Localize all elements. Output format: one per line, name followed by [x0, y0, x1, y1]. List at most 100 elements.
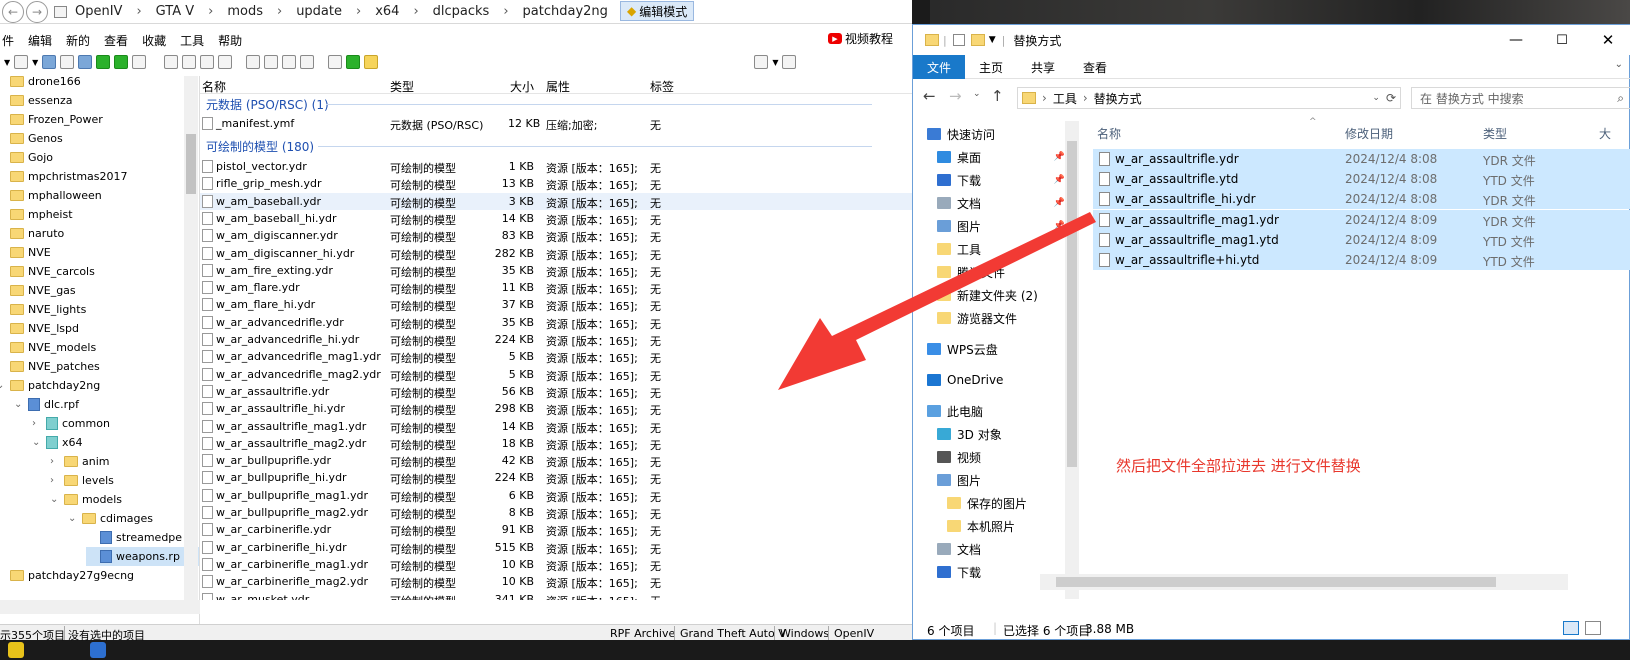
tree-item[interactable]: NVE_gas [0, 281, 199, 300]
tree-item[interactable]: › anim [50, 452, 199, 471]
edit-mode-button[interactable]: ◆ 编辑模式 [620, 1, 695, 21]
menu-item[interactable]: 查看 [102, 32, 130, 50]
table-row[interactable]: w_ar_carbinerifle.ydr 可绘制的模型 91 KB 资源 [版本：1… [200, 521, 912, 538]
video-tutorial-link[interactable]: ▶ 视频教程 [828, 30, 893, 47]
tree-item[interactable]: NVE [0, 243, 199, 262]
group-header-drawable[interactable]: 可绘制的模型 (180) [206, 138, 314, 155]
menu-item[interactable]: 件 [0, 32, 16, 50]
zoom-icon[interactable] [182, 55, 197, 69]
chevron-right-icon[interactable]: › [50, 475, 60, 486]
play-icon[interactable] [114, 55, 129, 69]
tree-item[interactable]: › common [32, 414, 199, 433]
recent-dropdown-icon[interactable]: ⌄ [973, 89, 981, 99]
file-row[interactable]: w_ar_assaultrifle.ytd 2024/12/4 8:08 YTD 文… [1093, 169, 1630, 190]
view-mode-icon[interactable] [754, 55, 769, 69]
chevron-down-icon[interactable]: ⌄ [32, 437, 42, 448]
refresh-icon[interactable] [300, 55, 315, 69]
nav-item[interactable]: 保存的图片 [913, 492, 1079, 514]
group-header-meta[interactable]: 元数据 (PSO/RSC) (1) [206, 96, 329, 113]
back-button[interactable]: ← [2, 0, 24, 23]
breadcrumb-segment[interactable]: patchday2ng [523, 4, 608, 19]
table-row[interactable]: w_ar_bullpuprifle_hi.ydr 可绘制的模型 224 KB 资源 [… [200, 469, 912, 486]
text-box-icon[interactable] [218, 55, 233, 69]
menu-item[interactable]: 收藏 [140, 32, 168, 50]
replace-icon[interactable] [282, 55, 297, 69]
menu-item[interactable]: 编辑 [26, 32, 54, 50]
tree-item[interactable]: NVE_lspd [0, 319, 199, 338]
file-row[interactable]: w_ar_assaultrifle_mag1.ydr 2024/12/4 8:09… [1093, 209, 1630, 230]
forward-arrow-icon[interactable]: → [949, 87, 962, 105]
tree-item[interactable]: mpchristmas2017 [0, 167, 199, 186]
tree-icon[interactable] [96, 55, 111, 69]
menu-item[interactable]: 帮助 [216, 32, 244, 50]
settings-icon[interactable] [328, 55, 343, 69]
dropdown-arrow-icon[interactable]: ▼ [32, 58, 38, 67]
ribbon-tab[interactable]: 查看 [1069, 55, 1121, 79]
chevron-down-icon[interactable]: ⌄ [0, 380, 6, 391]
tree-item[interactable]: NVE_lights [0, 300, 199, 319]
up-arrow-icon[interactable]: ↑ [991, 87, 1004, 105]
tree-item[interactable]: ⌄ patchday2ng [0, 376, 199, 395]
new-file-icon[interactable] [14, 55, 29, 69]
tree-item[interactable]: mpheist [0, 205, 199, 224]
table-row[interactable]: w_ar_carbinerifle_mag1.ydr 可绘制的模型 10 KB 资源 … [200, 556, 912, 573]
tree-item[interactable]: ⌄ x64 [32, 433, 199, 452]
file-row[interactable]: w_ar_assaultrifle.ydr 2024/12/4 8:08 YDR 文… [1093, 149, 1630, 169]
taskbar-app-icon[interactable] [90, 642, 106, 658]
table-row[interactable]: w_ar_bullpuprifle.ydr 可绘制的模型 42 KB 资源 [版本：1… [200, 452, 912, 469]
file-row[interactable]: w_ar_assaultrifle_mag1.ytd 2024/12/4 8:09… [1093, 229, 1630, 250]
edit-icon[interactable] [42, 55, 57, 69]
breadcrumb-segment[interactable]: OpenIV [75, 4, 122, 19]
nav-item[interactable]: 视频 [913, 446, 1079, 468]
file-row[interactable]: w_ar_assaultrifle+hi.ytd 2024/12/4 8:09 YT… [1093, 250, 1630, 270]
nav-item[interactable]: 桌面 📌 [913, 146, 1079, 168]
column-type[interactable]: 类型 [1483, 125, 1507, 142]
tree-item[interactable]: streamedpe [86, 528, 199, 547]
details-view-icon[interactable] [1563, 621, 1579, 635]
chevron-down-icon[interactable]: ⌄ [50, 494, 60, 505]
new-folder-icon[interactable] [970, 34, 985, 46]
column-size[interactable]: 大小 [510, 78, 534, 95]
save-icon[interactable] [132, 55, 147, 69]
tree-item[interactable]: › levels [50, 471, 199, 490]
dropdown-arrow-icon[interactable]: ▼ [4, 58, 10, 67]
export-icon[interactable] [264, 55, 279, 69]
nav-item[interactable]: 下载 📌 [913, 169, 1079, 191]
tree-item[interactable]: mphalloween [0, 186, 199, 205]
breadcrumb-segment[interactable]: x64 [375, 4, 399, 19]
maximize-button[interactable]: ☐ [1539, 33, 1585, 48]
tree-item[interactable]: Frozen_Power [0, 110, 199, 129]
chevron-down-icon[interactable]: ⌄ [1372, 93, 1380, 103]
tree-item[interactable]: Genos [0, 129, 199, 148]
column-tag[interactable]: 标签 [650, 78, 674, 95]
nav-item[interactable]: 图片 [913, 469, 1079, 491]
search-input[interactable]: 在 替换方式 中搜索 ⌕ [1411, 87, 1630, 109]
page-icon[interactable] [164, 55, 179, 69]
taskbar-app-icon[interactable] [8, 642, 24, 658]
breadcrumb-segment[interactable]: dlcpacks [433, 4, 490, 19]
text-icon[interactable] [200, 55, 215, 69]
tree-item[interactable]: NVE_patches [0, 357, 199, 376]
table-row[interactable]: _manifest.ymf 元数据 (PSO/RSC) 12 KB 压缩;加密;… [200, 115, 912, 132]
breadcrumb-segment[interactable]: update [296, 4, 342, 19]
address-box[interactable]: › 工具 › 替换方式 ⌄ ⟳ [1017, 87, 1401, 109]
table-row[interactable]: w_ar_carbinerifle_mag2.ydr 可绘制的模型 10 KB 资源 … [200, 573, 912, 590]
dropdown-arrow-icon[interactable]: ▼ [772, 58, 778, 67]
breadcrumb-segment[interactable]: GTA V [156, 4, 194, 19]
close-button[interactable]: ✕ [1585, 31, 1630, 49]
tree-item[interactable]: ⌄ cdimages [68, 509, 199, 528]
add-icon[interactable] [346, 55, 361, 69]
tree-horizontal-scrollbar[interactable] [0, 600, 200, 614]
layout-icon[interactable] [782, 55, 797, 69]
column-attr[interactable]: 属性 [546, 78, 570, 95]
tree-item[interactable]: Gojo [0, 148, 199, 167]
column-size[interactable]: 大 [1599, 125, 1611, 142]
nav-item[interactable]: 文档 [913, 538, 1079, 560]
expand-ribbon-icon[interactable]: ⌄ [1615, 59, 1623, 70]
table-row[interactable]: w_ar_assaultrifle_mag1.ydr 可绘制的模型 14 KB 资源 … [200, 418, 912, 435]
tree-scrollbar-thumb[interactable] [186, 134, 196, 194]
search-icon[interactable] [60, 55, 75, 69]
tree-item[interactable]: NVE_models [0, 338, 199, 357]
column-type[interactable]: 类型 [390, 78, 414, 95]
ribbon-tab[interactable]: 共享 [1017, 55, 1069, 79]
